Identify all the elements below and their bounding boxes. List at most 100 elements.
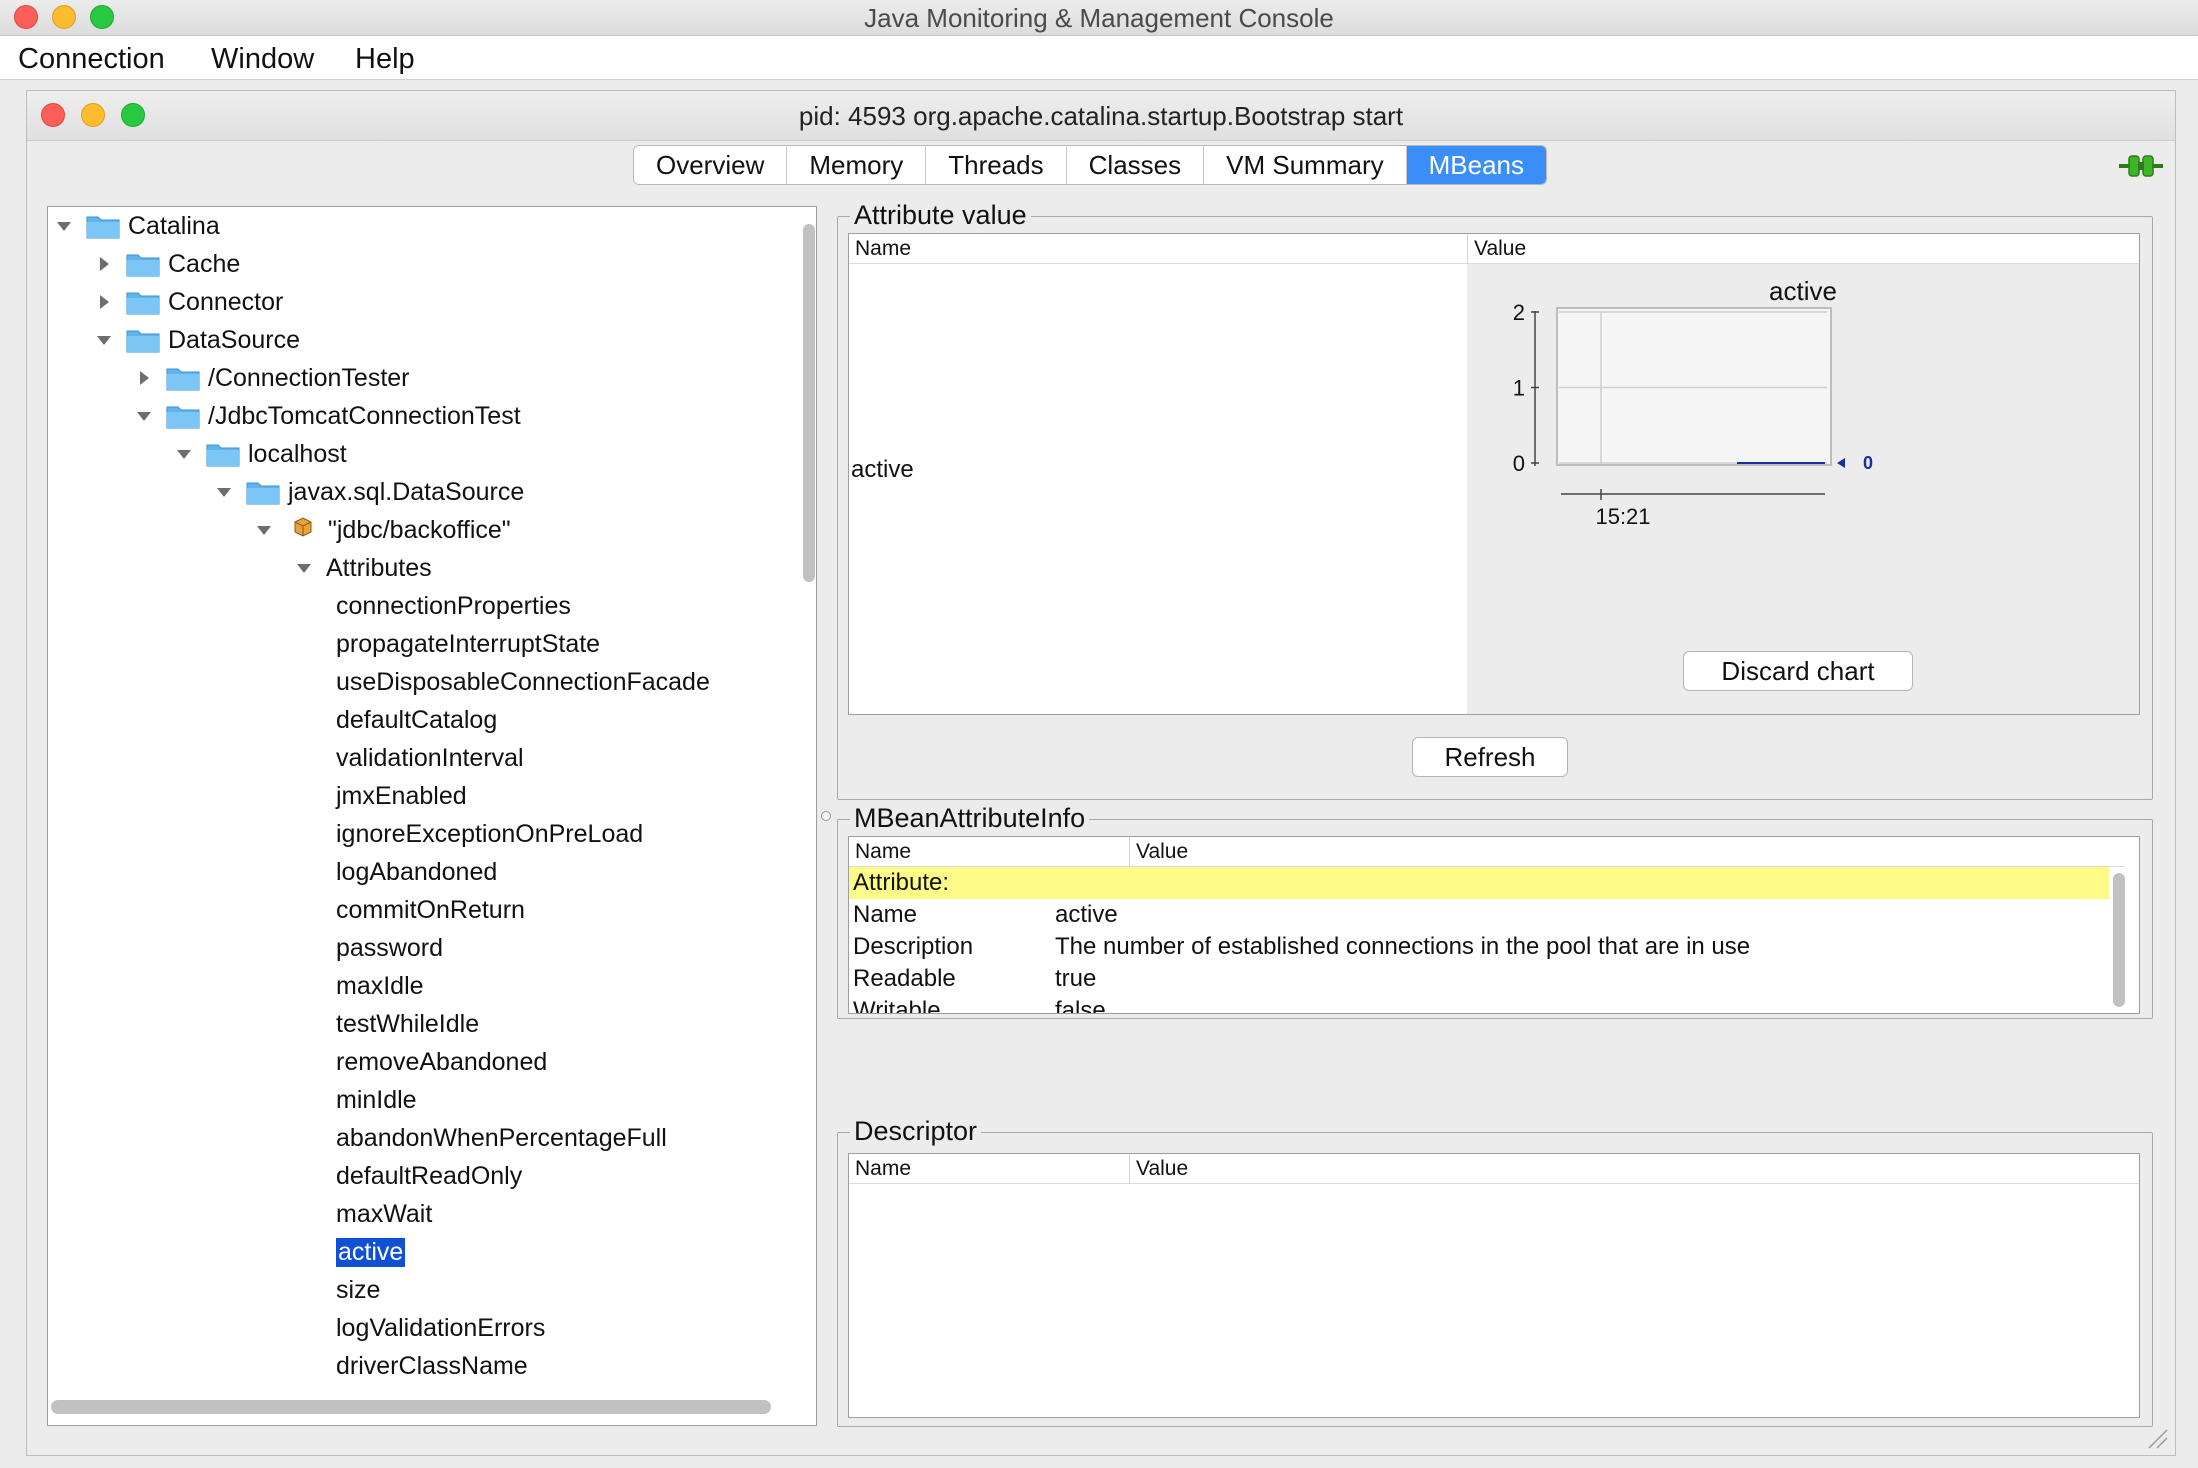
tree-leaf-attribute[interactable]: abandonWhenPercentageFull (336, 1121, 667, 1155)
chart-plot-area (1556, 307, 1832, 466)
collapse-right-arrow-icon[interactable] (134, 370, 154, 386)
tree-node[interactable]: DataSource (94, 323, 300, 357)
tree-leaf-attribute[interactable]: removeAbandoned (336, 1045, 547, 1079)
tab-threads[interactable]: Threads (926, 146, 1067, 184)
tab-vm-summary[interactable]: VM Summary (1204, 146, 1407, 184)
attribute-info-row[interactable]: Writable false (849, 995, 2109, 1013)
expand-down-arrow-icon[interactable] (134, 408, 154, 424)
tree-node-label: Catalina (128, 211, 220, 240)
tree-leaf-attribute[interactable]: driverClassName (336, 1349, 528, 1383)
tree-node-label: Attributes (326, 553, 432, 582)
resize-grip-icon[interactable] (2145, 1426, 2169, 1450)
info-name-cell: Name (853, 901, 918, 928)
attribute-label: logValidationErrors (336, 1313, 546, 1342)
attribute-label: useDisposableConnectionFacade (336, 667, 710, 696)
tree-leaf-attribute[interactable]: validationInterval (336, 741, 524, 775)
folder-icon (206, 441, 248, 467)
menu-help[interactable]: Help (355, 36, 415, 82)
info-name-cell: Attribute: (853, 869, 950, 896)
expand-down-arrow-icon[interactable] (54, 218, 74, 234)
tab-overview[interactable]: Overview (634, 146, 788, 184)
column-header-value[interactable]: Value (1129, 1154, 2139, 1184)
tree-node[interactable]: /ConnectionTester (134, 361, 410, 395)
tree-node[interactable]: localhost (174, 437, 347, 471)
info-name-cell: Readable (853, 965, 956, 992)
tree-leaf-attribute[interactable]: useDisposableConnectionFacade (336, 665, 710, 699)
connection-internal-frame: pid: 4593 org.apache.catalina.startup.Bo… (26, 90, 2176, 1456)
tree-node-label: /ConnectionTester (208, 363, 410, 392)
column-header-name[interactable]: Name (849, 1154, 1129, 1184)
tree-node[interactable]: /JdbcTomcatConnectionTest (134, 399, 521, 433)
column-header-value[interactable]: Value (1129, 837, 2125, 867)
tab-memory[interactable]: Memory (787, 146, 927, 184)
attribute-info-row[interactable]: Description The number of established con… (849, 931, 2109, 963)
tree-node[interactable]: Cache (94, 247, 240, 281)
attribute-info-row[interactable]: Name active (849, 899, 2109, 931)
tree-node-label: DataSource (168, 325, 301, 354)
tree-leaf-attribute[interactable]: defaultCatalog (336, 703, 497, 737)
tree-vertical-scrollbar[interactable] (803, 206, 817, 1406)
attribute-label: logAbandoned (336, 857, 498, 886)
frame-title: pid: 4593 org.apache.catalina.startup.Bo… (798, 101, 1404, 131)
mbean-attribute-info-legend: MBeanAttributeInfo (850, 803, 1090, 833)
tree-leaf-attribute[interactable]: commitOnReturn (336, 893, 525, 927)
tree-node[interactable]: javax.sql.DataSource (214, 475, 524, 509)
attribute-line-chart: 0 1 2 15:21 0 (1513, 300, 1873, 529)
tree-node[interactable]: "jdbc/backoffice" (254, 513, 511, 547)
tree-horizontal-scroll-thumb[interactable] (51, 1400, 771, 1414)
tree-leaf-attribute[interactable]: password (336, 931, 443, 965)
expand-down-arrow-icon[interactable] (94, 332, 114, 348)
attribute-info-section-row[interactable]: Attribute: (849, 867, 2109, 899)
tree-node-label: Cache (168, 249, 241, 278)
tree-leaf-attribute[interactable]: ignoreExceptionOnPreLoad (336, 817, 643, 851)
tree-node[interactable]: Attributes (294, 551, 432, 585)
expand-down-arrow-icon[interactable] (174, 446, 194, 462)
tree-leaf-attribute[interactable]: logValidationErrors (336, 1311, 545, 1345)
tree-node[interactable]: Connector (94, 285, 283, 319)
menu-window[interactable]: Window (211, 36, 314, 82)
expand-down-arrow-icon[interactable] (254, 522, 274, 538)
window-title: Java Monitoring & Management Console (864, 3, 1334, 33)
expand-down-arrow-icon[interactable] (294, 560, 314, 576)
tree-leaf-attribute[interactable]: defaultReadOnly (336, 1159, 522, 1193)
tree-vertical-scroll-thumb[interactable] (803, 224, 815, 582)
attribute-label: password (336, 933, 443, 962)
column-header-name[interactable]: Name (849, 234, 1467, 264)
tree-leaf-attribute[interactable]: propagateInterruptState (336, 627, 600, 661)
tree-horizontal-scrollbar[interactable] (51, 1400, 771, 1416)
tree-leaf-attribute[interactable]: minIdle (336, 1083, 417, 1117)
tree-leaf-attribute[interactable]: connectionProperties (336, 589, 571, 623)
attribute-label: abandonWhenPercentageFull (336, 1123, 667, 1152)
tree-leaf-attribute[interactable]: active (336, 1235, 406, 1269)
tab-mbeans[interactable]: MBeans (1406, 146, 1546, 184)
chart-current-value-marker (1837, 458, 1845, 468)
attribute-label: defaultCatalog (336, 705, 498, 734)
tree-leaf-attribute[interactable]: size (336, 1273, 380, 1307)
split-pane-divider[interactable] (821, 811, 831, 821)
tree-leaf-attribute[interactable]: jmxEnabled (336, 779, 467, 813)
attribute-info-scroll-thumb[interactable] (2113, 873, 2125, 1007)
tree-leaf-attribute[interactable]: logAbandoned (336, 855, 497, 889)
plug-connected-icon[interactable] (2119, 153, 2163, 179)
collapse-right-arrow-icon[interactable] (94, 294, 114, 310)
mbean-tree[interactable]: Catalina Cache Connector DataSource/Connect… (47, 206, 817, 1426)
attribute-info-row[interactable]: Readable true (849, 963, 2109, 995)
tab-bar: Overview Memory Threads Classes VM Summa… (633, 145, 1547, 185)
tree-leaf-attribute[interactable]: testWhileIdle (336, 1007, 479, 1041)
expand-down-arrow-icon[interactable] (214, 484, 234, 500)
tree-node-label: Connector (168, 287, 284, 316)
folder-icon (126, 251, 168, 277)
tree-leaf-attribute[interactable]: maxWait (336, 1197, 432, 1231)
tree-leaf-attribute[interactable]: maxIdle (336, 969, 424, 1003)
tree-node[interactable]: Catalina (54, 209, 220, 243)
collapse-right-arrow-icon[interactable] (94, 256, 114, 272)
menu-connection[interactable]: Connection (18, 36, 165, 82)
attribute-info-table: Name Value Attribute: Name active Descripti… (848, 836, 2140, 1014)
folder-icon (126, 327, 168, 353)
attribute-label: minIdle (336, 1085, 417, 1114)
column-header-value[interactable]: Value (1467, 234, 2139, 264)
refresh-button[interactable]: Refresh (1412, 737, 1568, 777)
column-header-name[interactable]: Name (849, 837, 1129, 867)
tab-classes[interactable]: Classes (1066, 146, 1205, 184)
discard-chart-button[interactable]: Discard chart (1683, 651, 1913, 691)
